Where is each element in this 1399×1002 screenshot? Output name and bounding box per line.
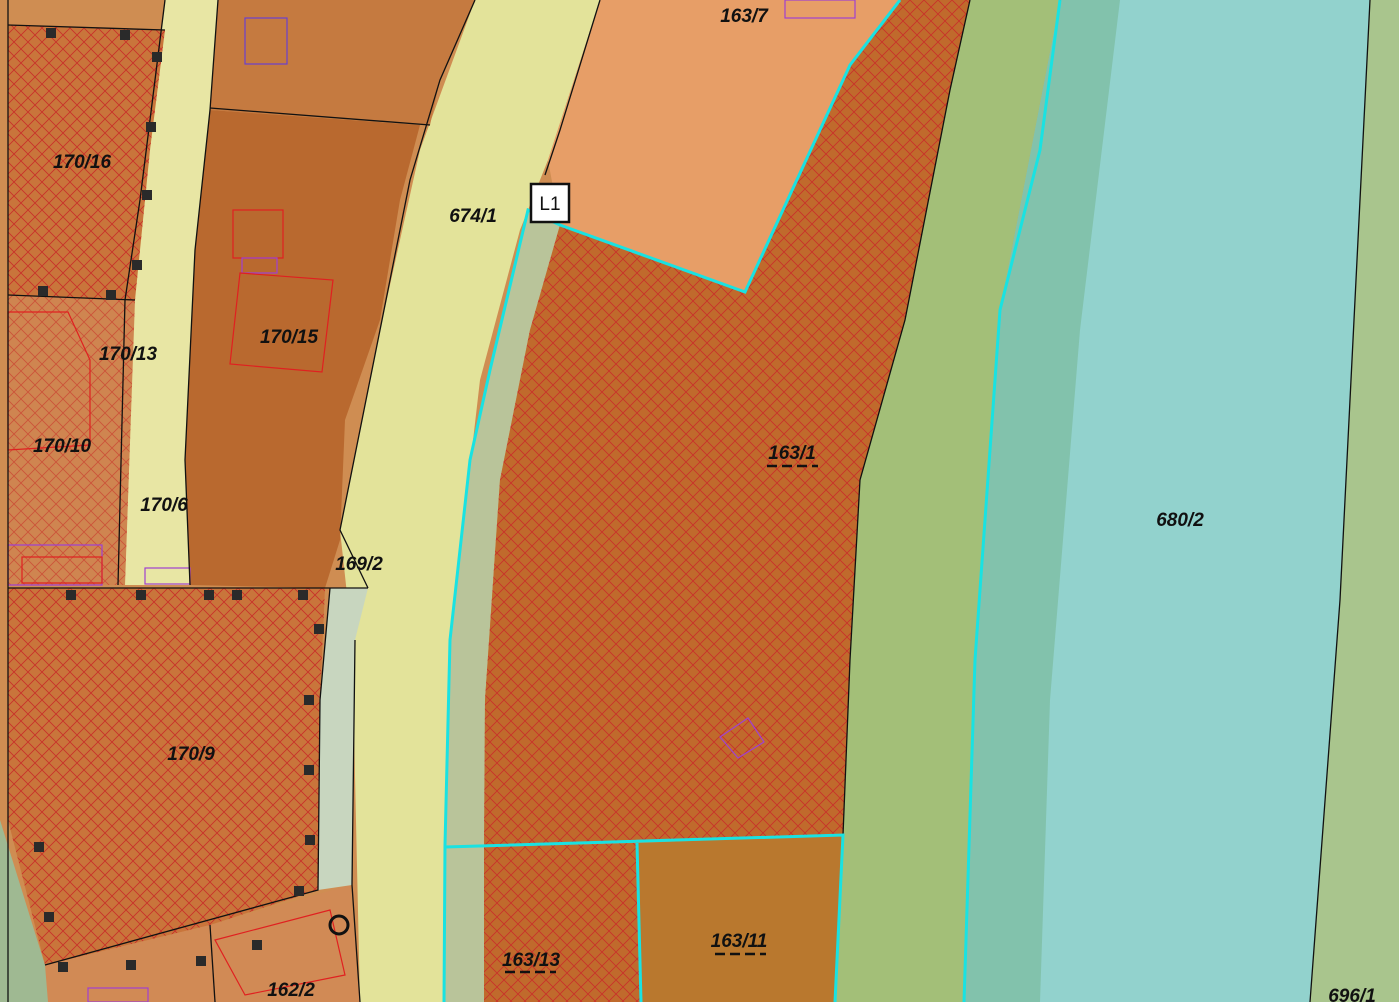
label-170-9: 170/9 xyxy=(167,744,215,765)
label-696-1: 696/1 xyxy=(1328,986,1376,1002)
label-674-1: 674/1 xyxy=(449,206,497,227)
label-163-13: 163/13 xyxy=(502,950,561,971)
label-680-2: 680/2 xyxy=(1156,510,1204,531)
parcel-163-11[interactable] xyxy=(637,835,843,1002)
point-marker-l1[interactable]: L1 xyxy=(529,182,571,224)
label-162-2: 162/2 xyxy=(267,980,315,1001)
cadastral-map[interactable]: 170/16 170/15 170/13 170/10 170/6 169/2 … xyxy=(0,0,1399,1002)
label-169-2: 169/2 xyxy=(335,554,383,575)
label-170-6: 170/6 xyxy=(140,495,188,516)
marker-l1-label: L1 xyxy=(539,194,560,215)
label-170-13: 170/13 xyxy=(99,344,158,365)
label-163-7: 163/7 xyxy=(720,6,769,27)
label-163-1: 163/1 xyxy=(768,443,816,464)
label-170-10: 170/10 xyxy=(33,436,92,457)
label-170-16: 170/16 xyxy=(53,152,112,173)
label-163-11: 163/11 xyxy=(711,931,768,952)
label-170-15: 170/15 xyxy=(260,327,319,348)
